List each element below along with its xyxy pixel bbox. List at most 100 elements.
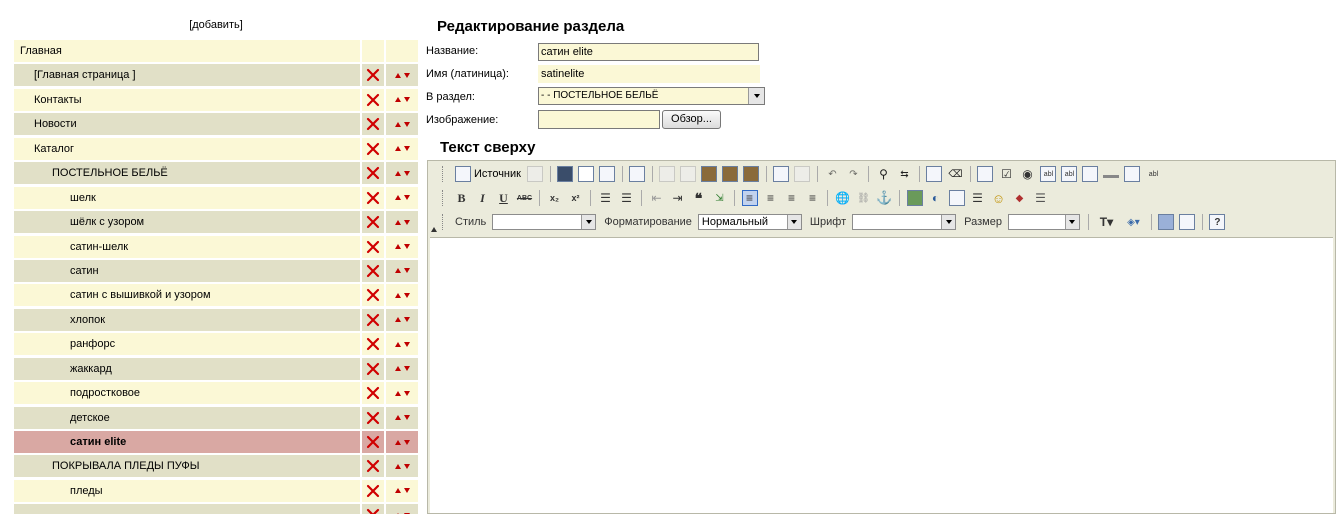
tree-item-label[interactable]: шелк	[14, 186, 360, 209]
move-up-icon[interactable]	[394, 121, 401, 127]
move-up-icon[interactable]	[394, 415, 401, 421]
print-icon[interactable]	[773, 166, 790, 182]
tree-row[interactable]: сатин	[14, 259, 418, 282]
text-field-icon[interactable]: abl	[1040, 166, 1057, 182]
align-right-icon[interactable]: ≡	[784, 190, 800, 206]
page-break-icon[interactable]: ☰	[1033, 190, 1049, 206]
format-select[interactable]: Нормальный	[697, 214, 802, 230]
help-icon[interactable]: ?	[1209, 214, 1226, 230]
align-justify-icon[interactable]: ≡	[805, 190, 821, 206]
tree-item-label[interactable]: сатин	[14, 259, 360, 282]
image-file-input[interactable]	[538, 110, 660, 129]
paste-text-icon[interactable]	[722, 166, 739, 182]
move-down-icon[interactable]	[403, 121, 410, 127]
special-char-icon[interactable]: ◆	[1012, 190, 1028, 206]
add-section-link[interactable]: [добавить]	[14, 19, 418, 31]
dropdown-arrow-icon[interactable]	[748, 88, 764, 104]
move-up-icon[interactable]	[394, 219, 401, 225]
tree-item-label[interactable]: жаккард	[14, 357, 360, 380]
indent-icon[interactable]: ⇥	[670, 190, 686, 206]
tree-item-label[interactable]: сатин-шелк	[14, 235, 360, 258]
move-up-icon[interactable]	[394, 195, 401, 201]
delete-icon[interactable]	[366, 215, 380, 229]
tree-row[interactable]: [Главная страница ]	[14, 64, 418, 87]
move-down-icon[interactable]	[403, 317, 410, 323]
move-down-icon[interactable]	[403, 341, 410, 347]
tree-row[interactable]	[14, 504, 418, 514]
tree-row[interactable]: ПОКРЫВАЛА ПЛЕДЫ ПУФЫ	[14, 455, 418, 478]
tree-item-label[interactable]: сатин elite	[14, 431, 360, 453]
delete-icon[interactable]	[366, 68, 380, 82]
delete-icon[interactable]	[366, 142, 380, 156]
move-down-icon[interactable]	[403, 219, 410, 225]
replace-icon[interactable]: ⇆	[896, 166, 912, 182]
tree-item-label[interactable]: детское	[14, 406, 360, 429]
name-input[interactable]: сатин elite	[538, 43, 759, 61]
size-select[interactable]	[1007, 214, 1080, 230]
templates-icon[interactable]	[629, 166, 646, 182]
move-down-icon[interactable]	[403, 292, 410, 298]
align-center-icon[interactable]: ≡	[763, 190, 779, 206]
move-up-icon[interactable]	[394, 292, 401, 298]
move-up-icon[interactable]	[394, 244, 401, 249]
tree-item-label[interactable]: Главная	[14, 40, 360, 62]
link-icon[interactable]: 🌐	[835, 190, 851, 206]
move-down-icon[interactable]	[403, 170, 410, 176]
preview-icon[interactable]	[599, 166, 616, 182]
style-select[interactable]	[492, 214, 597, 230]
tree-row[interactable]: ПОСТЕЛЬНОЕ БЕЛЬЁ	[14, 162, 418, 185]
hidden-field-icon[interactable]: abl	[1145, 166, 1161, 182]
font-dropdown-icon[interactable]	[941, 215, 956, 229]
paste-icon[interactable]	[701, 166, 718, 182]
horizontal-rule-icon[interactable]: ☰	[970, 190, 986, 206]
delete-icon[interactable]	[366, 435, 380, 449]
tree-item-label[interactable]: шёлк с узором	[14, 211, 360, 234]
superscript-button[interactable]: x²	[568, 190, 584, 206]
tree-row[interactable]: сатин с вышивкой и узором	[14, 284, 418, 307]
show-blocks-icon[interactable]	[1179, 214, 1196, 230]
italic-button[interactable]: I	[475, 190, 491, 206]
source-button[interactable]: Источник	[455, 166, 521, 182]
tree-item-label[interactable]: сатин с вышивкой и узором	[14, 284, 360, 307]
button-field-icon[interactable]	[1103, 170, 1120, 178]
blockquote-icon[interactable]: ❝	[691, 190, 707, 206]
tree-item-label[interactable]: ранфорс	[14, 333, 360, 356]
move-up-icon[interactable]	[394, 146, 401, 152]
tree-row[interactable]: сатин elite	[14, 431, 418, 453]
move-down-icon[interactable]	[403, 195, 410, 201]
size-dropdown-icon[interactable]	[1064, 215, 1079, 229]
tree-item-label[interactable]: Каталог	[14, 137, 360, 160]
delete-icon[interactable]	[366, 459, 380, 473]
cut-icon[interactable]	[659, 166, 676, 182]
move-down-icon[interactable]	[403, 415, 410, 421]
table-icon[interactable]	[948, 190, 965, 206]
div-container-icon[interactable]: ⇲	[712, 190, 728, 206]
tree-item-label[interactable]: Новости	[14, 113, 360, 136]
tree-item-label[interactable]: ПОКРЫВАЛА ПЛЕДЫ ПУФЫ	[14, 455, 360, 478]
tree-row[interactable]: Контакты	[14, 88, 418, 111]
form-icon[interactable]	[977, 166, 994, 182]
move-down-icon[interactable]	[403, 244, 410, 249]
move-up-icon[interactable]	[394, 366, 401, 372]
tree-item-label[interactable]: подростковое	[14, 382, 360, 405]
underline-button[interactable]: U	[496, 190, 512, 206]
textarea-icon[interactable]: abl	[1061, 166, 1078, 182]
delete-icon[interactable]	[366, 240, 380, 254]
delete-icon[interactable]	[366, 337, 380, 351]
move-up-icon[interactable]	[394, 439, 401, 445]
tree-row[interactable]: детское	[14, 406, 418, 429]
move-up-icon[interactable]	[394, 390, 401, 396]
new-page-icon[interactable]	[578, 166, 595, 182]
delete-icon[interactable]	[366, 117, 380, 131]
move-down-icon[interactable]	[403, 146, 410, 152]
find-icon[interactable]: ⚲	[875, 166, 891, 182]
bulleted-list-icon[interactable]: ☰	[619, 190, 635, 206]
move-up-icon[interactable]	[394, 170, 401, 176]
strikethrough-button[interactable]: ABC	[517, 190, 533, 206]
style-dropdown-icon[interactable]	[581, 215, 596, 229]
move-up-icon[interactable]	[394, 317, 401, 323]
tree-row[interactable]: Каталог	[14, 137, 418, 160]
smiley-icon[interactable]: ☺	[991, 190, 1007, 206]
delete-icon[interactable]	[366, 386, 380, 400]
tree-item-label[interactable]: [Главная страница ]	[14, 64, 360, 87]
